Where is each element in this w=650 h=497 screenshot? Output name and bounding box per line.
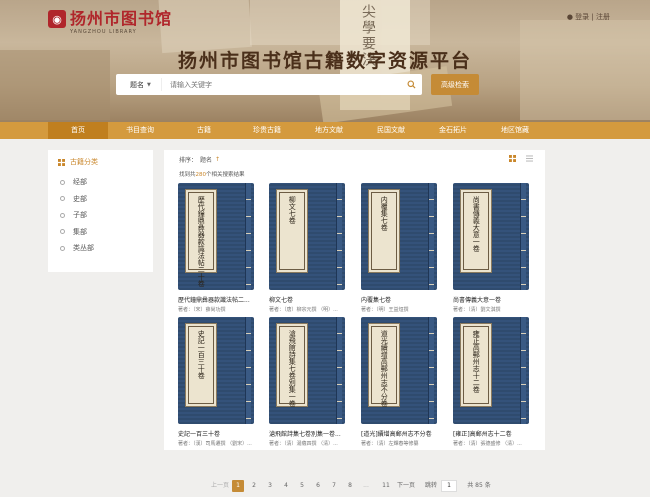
book-cover[interactable]: 雍正高郵州志十二卷 <box>453 317 529 424</box>
page-6-button[interactable]: 6 <box>312 480 324 492</box>
sort-arrow-icon[interactable]: ↑ <box>215 156 220 163</box>
page-3-button[interactable]: 3 <box>264 480 276 492</box>
page-title: 扬州市图书馆古籍数字资源平台 <box>177 50 472 72</box>
category-grid-icon <box>58 158 65 166</box>
advanced-search-button[interactable]: 高级检索 <box>431 74 479 95</box>
sidebar-item-zi[interactable]: 子部 <box>48 207 153 224</box>
radio-icon <box>60 179 65 185</box>
search-icon[interactable] <box>400 74 422 95</box>
page-2-button[interactable]: 2 <box>248 480 260 492</box>
book-card[interactable]: 史記一百三十卷 史記一百三十卷 著者：（漢）司馬遷撰 （劉宋）... <box>178 317 254 447</box>
radio-icon <box>60 229 65 235</box>
book-card[interactable]: 道光續增高郵州志不分卷 [道光]續增高郵州志不分卷 著者：（清）左輝春等修纂 <box>361 317 437 447</box>
sort-field[interactable]: 题名 <box>200 155 212 164</box>
logo-subtitle: YANGZHOU LIBRARY <box>70 29 137 35</box>
book-card[interactable]: 歷代鐘鼎彝器款識法帖二十卷 歷代鐘鼎彝器款識法帖二... 著者：（宋）薛尚功撰 <box>178 183 254 313</box>
sidebar-item-jing[interactable]: 经部 <box>48 174 153 191</box>
book-cover[interactable]: 歷代鐘鼎彝器款識法帖二十卷 <box>178 183 254 290</box>
sort-bar: 排序： 题名 ↑ <box>179 155 221 164</box>
book-card[interactable]: 柳文七卷 柳文七卷 著者：（唐）柳宗元撰 （明）... <box>269 183 345 313</box>
search-bar: 题名 ▼ <box>116 74 422 95</box>
page-5-button[interactable]: 5 <box>296 480 308 492</box>
book-title[interactable]: 内覆集七卷 <box>361 295 437 304</box>
book-title[interactable]: [道光]續增高郵州志不分卷 <box>361 429 437 438</box>
next-page-button[interactable]: 下一页 <box>396 480 416 492</box>
book-author: 著者：（清）劉文淇撰 <box>453 307 501 313</box>
nav-item-home[interactable]: 首页 <box>48 122 108 139</box>
page-7-button[interactable]: 7 <box>328 480 340 492</box>
nav-item-rare-books[interactable]: 珍贵古籍 <box>236 122 298 139</box>
book-cover[interactable]: 尚書傳義大意一卷 <box>453 183 529 290</box>
logo-text: 扬州市图书馆 <box>70 9 173 28</box>
main-nav: 首页 书目查询 古籍 珍贵古籍 地方文献 民国文献 金石拓片 地区馆藏 <box>0 122 650 139</box>
sidebar-title: 古籍分类 <box>70 158 98 166</box>
list-view-icon[interactable] <box>526 155 533 162</box>
book-title[interactable]: 歷代鐘鼎彝器款識法帖二... <box>178 295 254 304</box>
book-card[interactable]: 尚書傳義大意一卷 尚書傳義大意一卷 著者：（清）劉文淇撰 <box>453 183 529 313</box>
radio-icon <box>60 212 65 218</box>
grid-view-icon[interactable] <box>509 155 516 162</box>
book-cover[interactable]: 内覆集七卷 <box>361 183 437 290</box>
search-scope-select[interactable]: 题名 ▼ <box>116 78 162 91</box>
results-panel: 排序： 题名 ↑ 找到共280个相关搜索结果 歷代鐘鼎彝器款識法帖二十卷 歷代鐘… <box>164 150 545 450</box>
prev-page-button[interactable]: 上一页 <box>210 480 230 492</box>
book-title[interactable]: 柳文七卷 <box>269 295 345 304</box>
sidebar-item-leicong[interactable]: 类丛部 <box>48 240 153 257</box>
jump-page-input[interactable]: 1 <box>441 480 457 492</box>
page-ellipsis: ... <box>363 482 369 489</box>
sidebar-item-ji[interactable]: 集部 <box>48 224 153 241</box>
site-logo[interactable]: ◉ 扬州市图书馆 YANGZHOU LIBRARY <box>48 9 173 35</box>
book-title[interactable]: 尚書傳義大意一卷 <box>453 295 529 304</box>
page-4-button[interactable]: 4 <box>280 480 292 492</box>
nav-item-local-docs[interactable]: 地方文献 <box>298 122 360 139</box>
login-register-links[interactable]: ● 登录 | 注册 <box>567 12 610 22</box>
book-author: 著者：（唐）柳宗元撰 （明）... <box>269 307 338 313</box>
nav-item-regional[interactable]: 地区馆藏 <box>484 122 546 139</box>
page-11-button[interactable]: 11 <box>379 480 393 492</box>
book-author: 著者：（明）王益烜撰 <box>361 307 409 313</box>
page-1-button[interactable]: 1 <box>232 480 244 492</box>
library-logo-icon: ◉ <box>48 10 66 28</box>
book-author: 著者：（漢）司馬遷撰 （劉宋）... <box>178 441 252 447</box>
view-toggle <box>509 155 533 162</box>
jump-label: 跳转 <box>424 482 437 489</box>
book-author: 著者：（清）左輝春等修纂 <box>361 441 419 447</box>
radio-icon <box>60 196 65 202</box>
radio-icon <box>60 245 65 251</box>
page-8-button[interactable]: 8 <box>344 480 356 492</box>
hero-banner: 尖學要決 ◉ 扬州市图书馆 YANGZHOU LIBRARY ● 登录 | 注册… <box>0 0 650 122</box>
book-card[interactable]: 雍正高郵州志十二卷 [雍正]高郵州志十二卷 著者：（清）張德盛修 （清）... <box>453 317 529 447</box>
sidebar-header: 古籍分类 <box>48 150 153 174</box>
sidebar-item-shi[interactable]: 史部 <box>48 191 153 208</box>
nav-item-republic-docs[interactable]: 民国文献 <box>360 122 422 139</box>
book-cover[interactable]: 滄飛館詩集七卷別集一卷 <box>269 317 345 424</box>
book-title[interactable]: 滄飛館詩集七卷別集一卷... <box>269 429 345 438</box>
book-cover[interactable]: 史記一百三十卷 <box>178 317 254 424</box>
category-sidebar: 古籍分类 经部 史部 子部 集部 类丛部 <box>48 150 153 272</box>
total-count: 共 85 条 <box>467 482 491 489</box>
chevron-down-icon: ▼ <box>147 81 151 88</box>
search-scope-label: 题名 <box>130 80 144 89</box>
book-author: 著者：（清）張德盛修 （清）... <box>453 441 522 447</box>
nav-item-rubbings[interactable]: 金石拓片 <box>422 122 484 139</box>
nav-item-ancient-books[interactable]: 古籍 <box>172 122 236 139</box>
nav-item-catalog[interactable]: 书目查询 <box>108 122 172 139</box>
book-cover[interactable]: 道光續增高郵州志不分卷 <box>361 317 437 424</box>
book-author: 著者：（清）湯藴四撰 （清）... <box>269 441 338 447</box>
book-title[interactable]: 史記一百三十卷 <box>178 429 254 438</box>
book-title[interactable]: [雍正]高郵州志十二卷 <box>453 429 529 438</box>
book-card[interactable]: 内覆集七卷 内覆集七卷 著者：（明）王益烜撰 <box>361 183 437 313</box>
book-author: 著者：（宋）薛尚功撰 <box>178 307 226 313</box>
book-cover[interactable]: 柳文七卷 <box>269 183 345 290</box>
result-count: 找到共280个相关搜索结果 <box>179 172 245 178</box>
book-card[interactable]: 滄飛館詩集七卷別集一卷 滄飛館詩集七卷別集一卷... 著者：（清）湯藴四撰 （清… <box>269 317 345 447</box>
search-input[interactable] <box>162 80 400 89</box>
